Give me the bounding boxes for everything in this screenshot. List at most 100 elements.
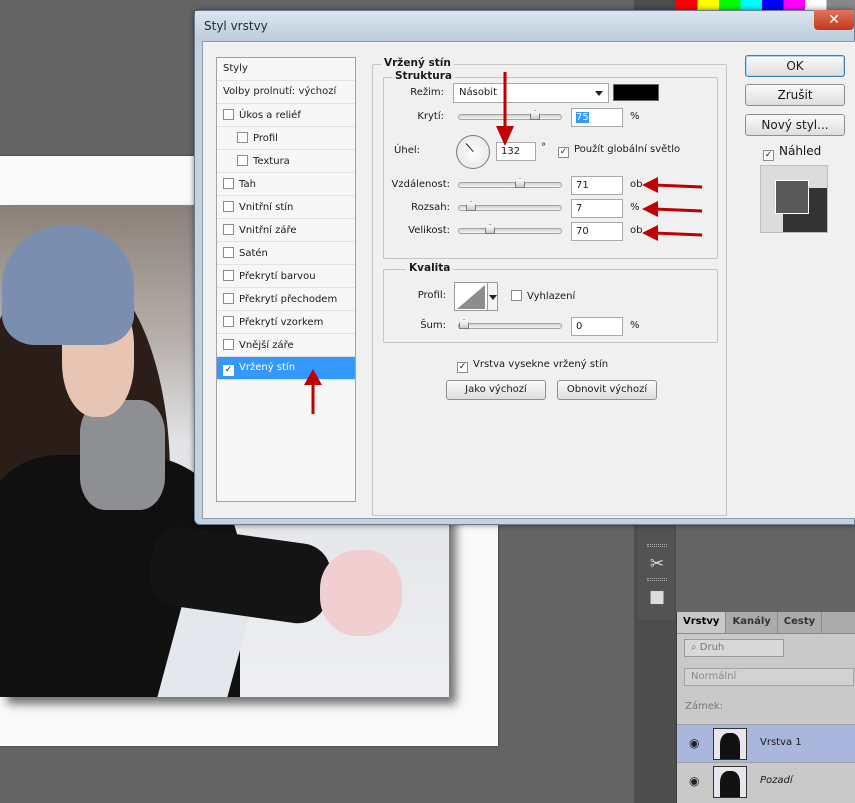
preview-check-icon: ✓ — [763, 150, 774, 161]
tab-layers[interactable]: Vrstvy — [677, 612, 727, 633]
annotation-arrow-left-icon — [642, 177, 703, 193]
style-item[interactable]: Profil — [217, 127, 355, 150]
new-style-button[interactable]: Nový styl... — [745, 114, 845, 136]
blend-mode-label: Režim: — [410, 87, 444, 98]
opacity-unit: % — [630, 111, 640, 122]
style-checkbox-icon[interactable] — [237, 155, 248, 166]
style-item[interactable]: Textura — [217, 150, 355, 173]
contour-label: Profil: — [417, 290, 446, 301]
size-input[interactable]: 70 — [571, 222, 623, 241]
spread-slider-knob[interactable] — [466, 201, 476, 211]
annotation-arrow-left-icon — [642, 225, 703, 241]
style-item-label: Profil — [253, 133, 278, 144]
style-item[interactable]: Překrytí barvou — [217, 265, 355, 288]
opacity-input[interactable]: 75 — [571, 108, 623, 127]
noise-slider[interactable] — [458, 319, 562, 329]
3d-cube-icon[interactable]: ■ — [645, 585, 669, 609]
anti-alias-checkbox[interactable]: Vyhlazení — [511, 290, 575, 302]
structure-title: Struktura — [392, 70, 455, 82]
noise-input[interactable]: 0 — [571, 317, 623, 336]
preview-checkbox[interactable]: ✓ Náhled — [763, 144, 821, 161]
style-item[interactable]: ✓ Vržený stín — [217, 357, 355, 380]
tab-channels[interactable]: Kanály — [726, 612, 778, 633]
panel-grip[interactable] — [647, 544, 667, 547]
layer-filter-select[interactable]: ⌕ Druh — [684, 639, 784, 657]
style-item-label: Vnější záře — [239, 340, 294, 351]
style-item[interactable]: Tah — [217, 173, 355, 196]
contour-picker[interactable] — [454, 282, 488, 311]
make-default-button[interactable]: Jako výchozí — [446, 380, 546, 400]
dialog-titlebar[interactable]: Styl vrstvy ✕ — [195, 10, 854, 41]
distance-input[interactable]: 71 — [571, 176, 623, 195]
quality-group: Kvalita Profil: Vyhlazení Šum: 0 % — [383, 262, 718, 343]
style-checkbox-icon[interactable] — [237, 132, 248, 143]
style-checkbox-icon[interactable] — [223, 270, 234, 281]
style-item-label: Překrytí přechodem — [239, 294, 338, 305]
global-light-checkbox[interactable]: ✓ Použít globální světlo — [558, 144, 680, 158]
style-checkbox-icon[interactable] — [223, 247, 234, 258]
spread-slider[interactable] — [458, 201, 562, 211]
visibility-eye-icon[interactable]: ◉ — [689, 774, 699, 788]
distance-slider[interactable] — [458, 178, 562, 188]
style-checkbox-icon[interactable]: ✓ — [223, 365, 234, 376]
style-item-label: Překrytí barvou — [239, 271, 316, 282]
spread-input[interactable]: 7 — [571, 199, 623, 218]
knockout-checkbox[interactable]: ✓ Vrstva vyseknе vržený stín — [457, 359, 608, 373]
ok-button[interactable]: OK — [745, 55, 845, 77]
styles-header[interactable]: Styly — [217, 58, 355, 81]
angle-label: Úhel: — [394, 145, 420, 156]
panel-grip[interactable] — [647, 578, 667, 581]
tab-paths[interactable]: Cesty — [778, 612, 823, 633]
close-button[interactable]: ✕ — [814, 10, 854, 30]
style-item[interactable]: Překrytí vzorkem — [217, 311, 355, 334]
style-checkbox-icon[interactable] — [223, 316, 234, 327]
annotation-arrow-left-icon — [642, 201, 703, 217]
style-checkbox-icon[interactable] — [223, 293, 234, 304]
style-checkbox-icon[interactable] — [223, 178, 234, 189]
shadow-color-swatch[interactable] — [613, 84, 659, 101]
style-checkbox-icon[interactable] — [223, 109, 234, 120]
visibility-eye-icon[interactable]: ◉ — [689, 736, 699, 750]
noise-unit: % — [630, 320, 640, 331]
noise-slider-knob[interactable] — [459, 319, 469, 329]
dialog-title: Styl vrstvy — [204, 19, 268, 33]
reset-default-button[interactable]: Obnovit výchozí — [557, 380, 657, 400]
layer-blend-mode-select[interactable]: Normální — [684, 668, 854, 686]
style-checkbox-icon[interactable] — [223, 224, 234, 235]
style-item[interactable]: Vnější záře — [217, 334, 355, 357]
opacity-slider-knob[interactable] — [530, 110, 540, 120]
anti-alias-label: Vyhlazení — [527, 291, 576, 302]
style-checkbox-icon[interactable] — [223, 339, 234, 350]
size-label: Velikost: — [408, 225, 450, 236]
dialog-body: Styly Volby prolnutí: výchozí Úkos a rel… — [202, 41, 855, 519]
layer-row[interactable]: ◉ Pozadí — [677, 762, 855, 800]
blending-options-item[interactable]: Volby prolnutí: výchozí — [217, 81, 355, 104]
layers-panel-tabs: Vrstvy Kanály Cesty — [677, 612, 855, 634]
blend-mode-select[interactable]: Násobit — [453, 83, 609, 103]
style-item[interactable]: Překrytí přechodem — [217, 288, 355, 311]
drop-shadow-group: Vržený stín Struktura Režim: Násobit Kry… — [372, 57, 727, 516]
contour-dropdown-button[interactable] — [488, 282, 498, 311]
layer-style-dialog: Styl vrstvy ✕ Styly Volby prolnutí: vých… — [194, 10, 855, 525]
size-slider[interactable] — [458, 224, 562, 234]
style-item[interactable]: Vnitřní stín — [217, 196, 355, 219]
size-slider-knob[interactable] — [485, 224, 495, 234]
style-item[interactable]: Úkos a reliéf — [217, 104, 355, 127]
style-item[interactable]: Vnitřní záře — [217, 219, 355, 242]
style-checkbox-icon[interactable] — [223, 201, 234, 212]
lock-label: Zámek: — [685, 701, 724, 712]
tools-icon[interactable]: ✂ — [645, 552, 669, 576]
style-item[interactable]: Satén — [217, 242, 355, 265]
distance-slider-knob[interactable] — [515, 178, 525, 188]
layer-row[interactable]: ◉ Vrstva 1 — [677, 724, 855, 762]
spread-label: Rozsah: — [411, 202, 450, 213]
style-item-label: Překrytí vzorkem — [239, 317, 324, 328]
section-title: Vržený stín — [381, 57, 454, 69]
noise-label: Šum: — [420, 320, 446, 331]
style-item-label: Vnitřní stín — [239, 202, 294, 213]
angle-dial[interactable] — [456, 135, 490, 169]
cancel-button[interactable]: Zrušit — [745, 84, 845, 106]
knockout-check-icon: ✓ — [457, 362, 468, 373]
style-preview — [760, 165, 828, 233]
style-item-label: Satén — [239, 248, 268, 259]
